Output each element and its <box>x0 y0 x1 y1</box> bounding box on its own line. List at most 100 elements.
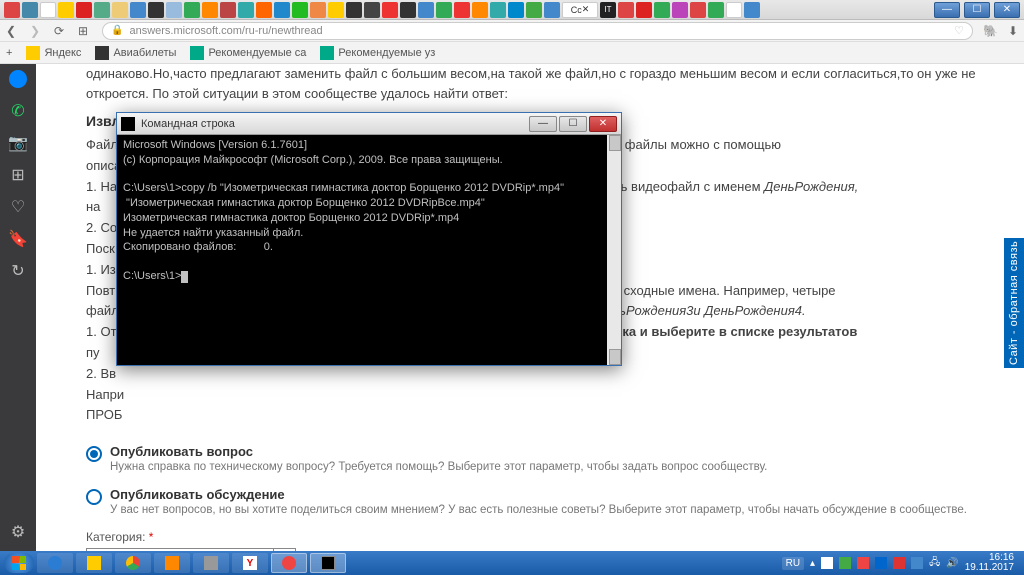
radio-icon <box>86 446 102 462</box>
category-label: Категория: * <box>86 530 1010 544</box>
new-tab-button[interactable]: + <box>6 47 12 59</box>
tab-icon[interactable] <box>76 2 92 18</box>
task-chrome[interactable] <box>115 553 151 573</box>
tab-icon[interactable] <box>726 2 742 18</box>
tray-icon[interactable] <box>875 557 887 569</box>
tray-icon[interactable] <box>857 557 869 569</box>
window-close-button[interactable]: ✕ <box>994 2 1020 18</box>
tab-icon[interactable] <box>436 2 452 18</box>
reload-button[interactable]: ⟳ <box>54 24 68 38</box>
radio-label: Опубликовать обсуждение <box>110 487 967 502</box>
tab-icon[interactable] <box>184 2 200 18</box>
bookmark-recommended-2[interactable]: Рекомендуемые уз <box>320 46 435 60</box>
tab-icon[interactable] <box>744 2 760 18</box>
tab-icon[interactable] <box>166 2 182 18</box>
bookmark-aviabilety[interactable]: Авиабилеты <box>95 46 176 60</box>
tab-icon[interactable] <box>418 2 434 18</box>
tab-icon[interactable] <box>112 2 128 18</box>
cmd-title-bar[interactable]: Командная строка — ☐ ✕ <box>117 113 621 135</box>
tab-icon[interactable] <box>202 2 218 18</box>
tab-icon[interactable] <box>94 2 110 18</box>
tray-up-icon[interactable]: ▴ <box>810 558 815 569</box>
window-maximize-button[interactable]: ☐ <box>964 2 990 18</box>
tab-icon[interactable] <box>58 2 74 18</box>
cmd-scrollbar[interactable] <box>607 135 621 365</box>
language-indicator[interactable]: RU <box>782 557 804 570</box>
messenger-icon[interactable] <box>9 70 27 88</box>
tab-icon[interactable] <box>40 2 56 18</box>
tab-active[interactable]: Cc ✕ <box>562 2 598 18</box>
tab-icon[interactable] <box>454 2 470 18</box>
cmd-minimize-button[interactable]: — <box>529 116 557 132</box>
tab-icon[interactable] <box>4 2 20 18</box>
heart-icon[interactable]: ♡ <box>954 24 964 37</box>
window-minimize-button[interactable]: — <box>934 2 960 18</box>
tab-icon[interactable] <box>22 2 38 18</box>
settings-icon[interactable]: ⚙ <box>9 523 27 541</box>
radio-publish-discussion[interactable]: Опубликовать обсуждение У вас нет вопрос… <box>86 487 1010 516</box>
tab-icon[interactable] <box>364 2 380 18</box>
tab-icon[interactable] <box>130 2 146 18</box>
address-bar[interactable]: 🔒 answers.microsoft.com/ru-ru/newthread … <box>102 22 973 40</box>
tab-icon[interactable] <box>238 2 254 18</box>
tab-icon[interactable] <box>472 2 488 18</box>
tab-icon[interactable] <box>400 2 416 18</box>
tab-icon[interactable] <box>490 2 506 18</box>
taskbar-clock[interactable]: 16:16 19.11.2017 <box>965 553 1014 573</box>
task-opera[interactable] <box>271 553 307 573</box>
command-prompt-window[interactable]: Командная строка — ☐ ✕ Microsoft Windows… <box>116 112 622 366</box>
forward-button[interactable]: ❯ <box>30 24 44 38</box>
bookmark-yandex[interactable]: Яндекс <box>26 46 81 60</box>
bookmark-recommended-1[interactable]: Рекомендуемые са <box>190 46 306 60</box>
tab-icon[interactable] <box>328 2 344 18</box>
lock-icon: 🔒 <box>111 25 123 36</box>
tab-icon[interactable] <box>220 2 236 18</box>
extensions-button[interactable]: ⊞ <box>78 24 92 38</box>
network-icon[interactable]: 🖧 <box>929 555 940 572</box>
tab-icon[interactable] <box>274 2 290 18</box>
heart-icon[interactable]: ♡ <box>9 198 27 216</box>
download-icon[interactable]: ⬇ <box>1008 24 1018 38</box>
bookmark-rail-icon[interactable]: 🔖 <box>9 230 27 248</box>
task-cmd[interactable] <box>310 553 346 573</box>
tab-icon[interactable] <box>636 2 652 18</box>
tab-icon[interactable] <box>708 2 724 18</box>
tab-icon[interactable] <box>672 2 688 18</box>
tray-icon[interactable] <box>911 557 923 569</box>
task-app[interactable] <box>193 553 229 573</box>
history-icon[interactable]: ↻ <box>9 262 27 280</box>
task-yandex[interactable]: Y <box>232 553 268 573</box>
tray-icon[interactable] <box>893 557 905 569</box>
url-text: answers.microsoft.com/ru-ru/newthread <box>129 25 322 37</box>
tab-icon[interactable] <box>292 2 308 18</box>
camera-icon[interactable]: 📷 <box>9 134 27 152</box>
evernote-icon[interactable]: 🐘 <box>983 24 998 38</box>
tab-icon[interactable] <box>310 2 326 18</box>
volume-icon[interactable]: 🔊 <box>946 558 958 569</box>
tab-icon[interactable] <box>654 2 670 18</box>
tab-icon[interactable] <box>544 2 560 18</box>
task-folder[interactable] <box>154 553 190 573</box>
tab-icon[interactable] <box>618 2 634 18</box>
tab-icon[interactable] <box>690 2 706 18</box>
cmd-close-button[interactable]: ✕ <box>589 116 617 132</box>
task-ie[interactable] <box>37 553 73 573</box>
start-button[interactable] <box>4 553 34 573</box>
tray-icon[interactable] <box>839 557 851 569</box>
tray-icon[interactable] <box>821 557 833 569</box>
task-explorer[interactable] <box>76 553 112 573</box>
cmd-maximize-button[interactable]: ☐ <box>559 116 587 132</box>
tab-icon[interactable]: IT <box>600 2 616 18</box>
tab-icon[interactable] <box>346 2 362 18</box>
back-button[interactable]: ❮ <box>6 24 20 38</box>
cmd-output[interactable]: Microsoft Windows [Version 6.1.7601] (c)… <box>117 135 621 365</box>
radio-publish-question[interactable]: Опубликовать вопрос Нужна справка по тех… <box>86 444 1010 473</box>
whatsapp-icon[interactable]: ✆ <box>9 102 27 120</box>
tab-icon[interactable] <box>526 2 542 18</box>
tab-icon[interactable] <box>256 2 272 18</box>
tab-icon[interactable] <box>508 2 524 18</box>
tab-icon[interactable] <box>382 2 398 18</box>
tab-icon[interactable] <box>148 2 164 18</box>
feedback-tab[interactable]: Сайт - обратная связь <box>1004 238 1024 368</box>
grid-icon[interactable]: ⊞ <box>9 166 27 184</box>
